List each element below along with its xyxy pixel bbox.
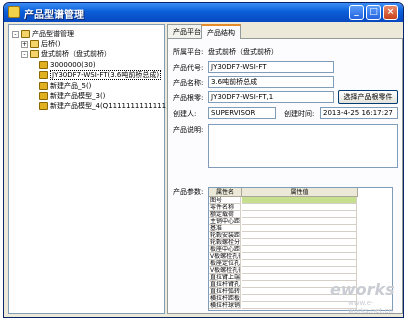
- tree-item-label: 新建产品模型_3(): [50, 92, 106, 100]
- param-name-cell[interactable]: 横拉杆球销: [209, 302, 241, 309]
- tab-content: 所属平台: 盘式前桥（盘式前桥） 产品代号: JY30DF7-WSI-FT 产品…: [167, 38, 403, 314]
- product-code-label: 产品代号:: [173, 64, 204, 72]
- creator-label: 创建人:: [173, 110, 197, 118]
- window-title: 产品型谱管理: [24, 10, 84, 21]
- tree-item-label: 新建产品_5(): [50, 82, 92, 90]
- tree-item-label: 盘式前桥（盘式前桥）: [41, 50, 111, 58]
- tree-item-product-selected[interactable]: JY30DF7-WSI-FT(3.6吨前桥总成): [39, 70, 162, 80]
- param-name-cell[interactable]: 主销中心距: [209, 218, 241, 225]
- product-icon: [39, 61, 48, 69]
- tree-item-disc-front-axle[interactable]: - 盘式前桥（盘式前桥）: [21, 49, 111, 59]
- watermark-logo: eworks: [330, 280, 395, 299]
- param-value-cell[interactable]: [242, 204, 357, 211]
- param-name-cell[interactable]: 基准: [209, 225, 241, 232]
- app-icon: [8, 6, 20, 18]
- folder-icon: [30, 40, 39, 48]
- product-name-field[interactable]: 3.6吨前桥总成: [208, 76, 334, 88]
- param-name-cell[interactable]: 轮毂安装距: [209, 232, 241, 239]
- param-value-cell[interactable]: [242, 239, 357, 246]
- tree-item-product[interactable]: 新建产品模型_3(): [39, 91, 105, 101]
- platform-value: 盘式前桥（盘式前桥）: [208, 48, 278, 56]
- param-name-cell[interactable]: 额定载荷: [209, 211, 241, 218]
- expand-toggle-icon[interactable]: +: [21, 40, 28, 48]
- tree-item-product[interactable]: 新建产品模型_4(Q1111111111111): [39, 101, 169, 111]
- param-name-cell[interactable]: V板螺栓孔径: [209, 253, 241, 260]
- tree-item-root[interactable]: - 产品型谱管理: [12, 29, 74, 39]
- product-icon: [39, 82, 48, 90]
- collapse-toggle-icon[interactable]: -: [12, 30, 19, 38]
- created-time-label: 创建时间:: [284, 110, 315, 118]
- product-icon: [39, 102, 48, 110]
- product-icon: [39, 92, 48, 100]
- param-value-cell[interactable]: [242, 218, 357, 225]
- param-name-cell[interactable]: 板座中心距: [209, 246, 241, 253]
- column-header-attr-value[interactable]: 属性值: [242, 188, 358, 197]
- column-header-attr-name[interactable]: 属性名: [209, 188, 242, 197]
- param-name-cell[interactable]: 轮毂螺栓分: [209, 239, 241, 246]
- detail-panel: 产品平台 产品结构 所属平台: 盘式前桥（盘式前桥） 产品代号: JY30DF7…: [167, 24, 403, 314]
- param-value-cell[interactable]: [242, 253, 357, 260]
- param-name-cell[interactable]: 直拉杆弧转: [209, 288, 241, 295]
- creator-field[interactable]: SUPERVISOR: [208, 107, 276, 119]
- title-bar: 产品型谱管理 _ □ ×: [4, 3, 403, 22]
- watermark: eworks www.e-works.net.cn: [318, 280, 398, 315]
- tree-item-label: 3000000(30): [50, 61, 96, 69]
- tree-item-label: 后桥(): [41, 40, 61, 48]
- product-root-label: 产品根零:: [173, 94, 204, 102]
- params-label: 产品参数:: [173, 188, 204, 196]
- param-name-cell[interactable]: 板座定位孔: [209, 260, 241, 267]
- minimize-button[interactable]: _: [349, 5, 364, 20]
- product-name-label: 产品名称:: [173, 79, 204, 87]
- close-button[interactable]: ×: [383, 5, 398, 20]
- description-field[interactable]: [208, 124, 398, 168]
- tree-item-product[interactable]: 新建产品_5(): [39, 81, 91, 91]
- param-name-cell[interactable]: V板螺栓孔径: [209, 267, 241, 274]
- product-root-field[interactable]: JY30DF7-WSI-FT,1: [208, 91, 334, 103]
- tab-product-structure[interactable]: 产品结构: [201, 24, 241, 39]
- product-code-field[interactable]: JY30DF7-WSI-FT: [208, 61, 334, 73]
- folder-icon: [30, 50, 39, 58]
- product-catalog-window: 产品型谱管理 _ □ × - 产品型谱管理 + 后桥() - 盘式前桥（盘式前桥） 3…: [3, 2, 404, 318]
- param-value-cell[interactable]: [242, 211, 357, 218]
- product-tree[interactable]: - 产品型谱管理 + 后桥() - 盘式前桥（盘式前桥） 3000000(30) JY…: [8, 24, 169, 314]
- tree-item-product[interactable]: 3000000(30): [39, 60, 96, 70]
- collapse-toggle-icon[interactable]: -: [21, 50, 28, 58]
- watermark-url: www.e-works.net.cn: [348, 299, 393, 315]
- param-name-cell[interactable]: 横拉杆距板: [209, 295, 241, 302]
- tree-item-rear-axle[interactable]: + 后桥(): [21, 39, 60, 49]
- product-icon: [39, 71, 48, 79]
- platform-label: 所属平台:: [173, 48, 204, 56]
- param-value-cell[interactable]: [242, 225, 357, 232]
- param-name-cell[interactable]: 零件名称: [209, 204, 241, 211]
- tree-item-label: 产品型谱管理: [32, 30, 74, 38]
- param-value-cell[interactable]: [242, 246, 357, 253]
- maximize-button[interactable]: □: [366, 5, 381, 20]
- tree-item-label: JY30DF7-WSI-FT(3.6吨前桥总成): [50, 70, 162, 80]
- folder-icon: [21, 30, 30, 38]
- param-value-cell[interactable]: [242, 260, 357, 267]
- param-value-cell[interactable]: [242, 197, 357, 204]
- created-time-field[interactable]: 2013-4-25 16:17:27: [320, 107, 398, 119]
- param-name-cell[interactable]: 图号: [209, 197, 241, 204]
- description-label: 产品说明:: [173, 126, 204, 134]
- param-value-cell[interactable]: [242, 232, 357, 239]
- param-name-cell[interactable]: 直拉臂上端: [209, 274, 241, 281]
- select-root-part-button[interactable]: 选择产品根零件: [338, 90, 398, 104]
- param-name-cell[interactable]: 直拉杆臂孔: [209, 281, 241, 288]
- tree-item-label: 新建产品模型_4(Q1111111111111): [50, 102, 169, 110]
- param-value-cell[interactable]: [242, 267, 357, 274]
